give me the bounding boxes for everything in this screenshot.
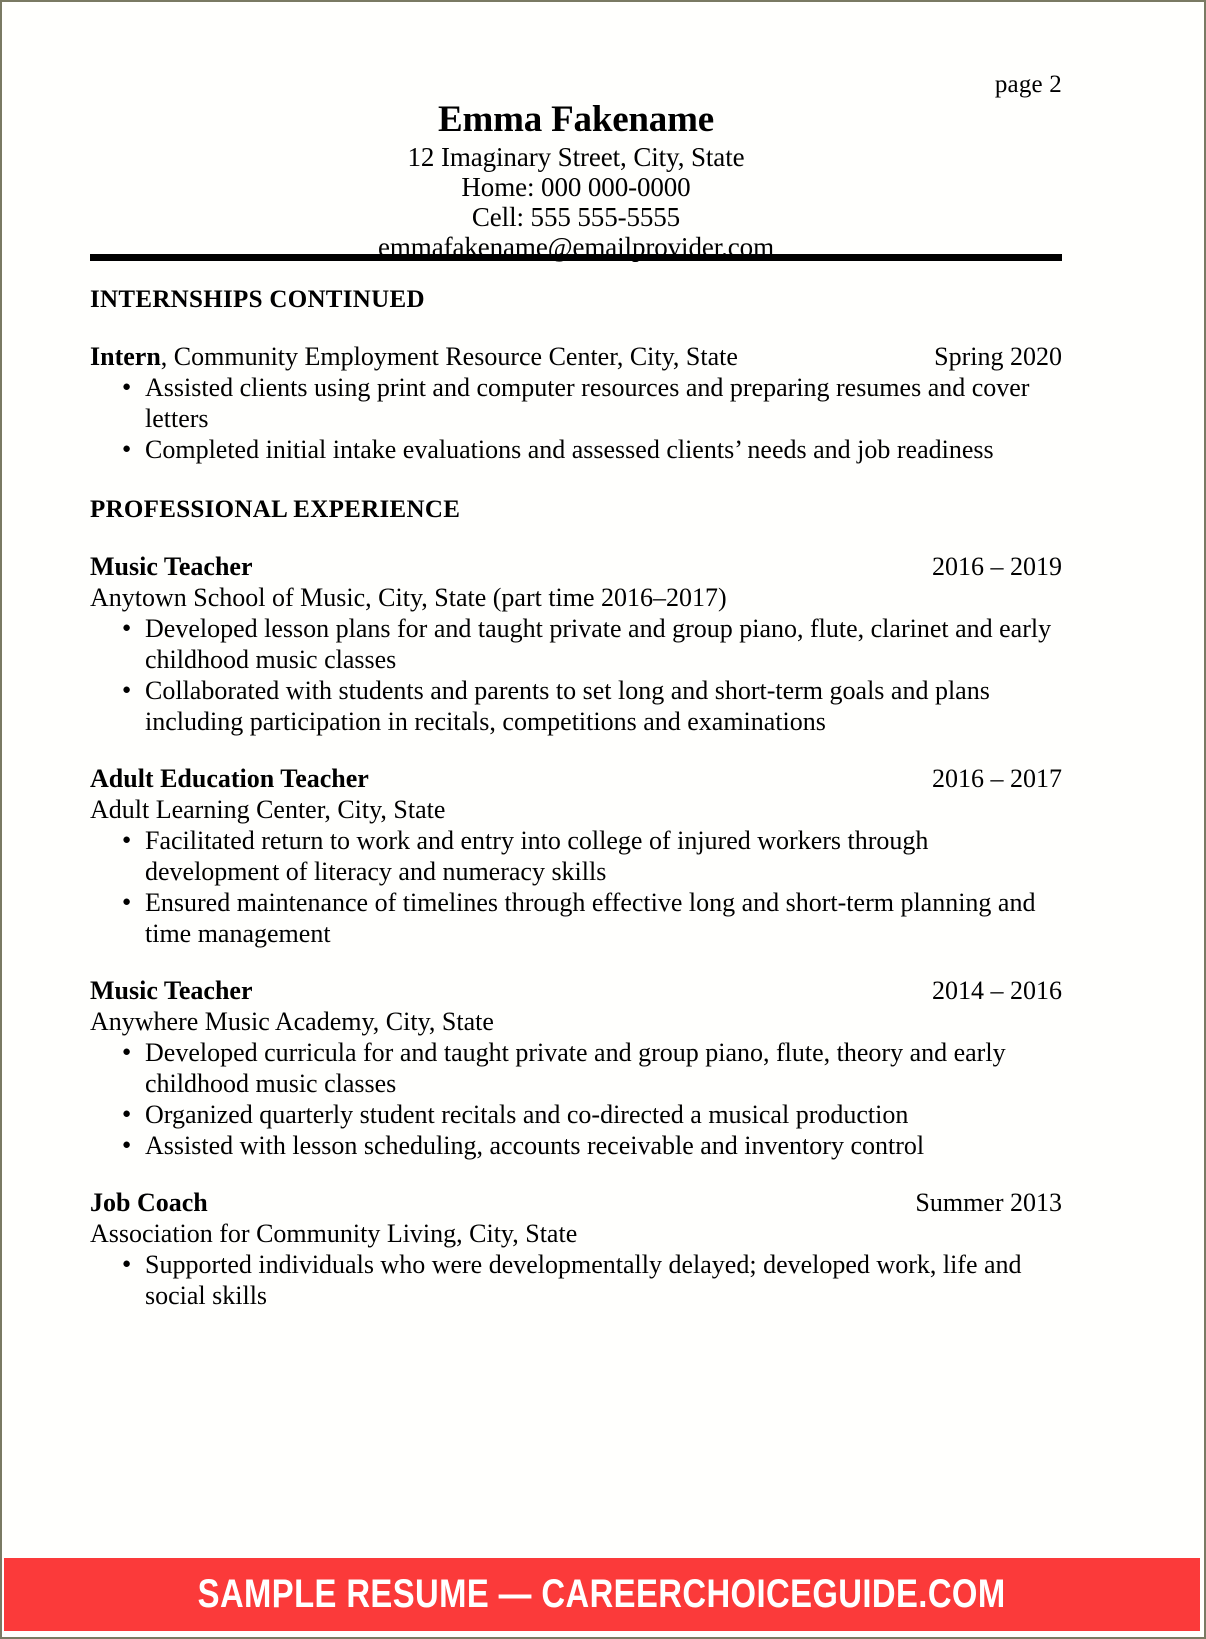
entry-date: Summer 2013 — [915, 1188, 1062, 1217]
resume-header: Emma Fakename 12 Imaginary Street, City,… — [90, 98, 1062, 262]
experience-entry: Intern, Community Employment Resource Ce… — [90, 341, 1062, 466]
candidate-name: Emma Fakename — [438, 99, 714, 140]
section-internships: INTERNSHIPS CONTINUED Intern, Community … — [90, 285, 1062, 466]
bullet-item: Collaborated with students and parents t… — [90, 674, 1062, 737]
entry-title: Job Coach — [90, 1188, 208, 1217]
entry-title: Intern, Community Employment Resource Ce… — [90, 341, 738, 372]
entry-header-row: Intern, Community Employment Resource Ce… — [90, 341, 1062, 372]
entry-header-row: Job Coach Summer 2013 — [90, 1187, 1062, 1218]
bullet-item: Organized quarterly student recitals and… — [90, 1098, 1062, 1131]
entry-header-row: Adult Education Teacher 2016 – 2017 — [90, 763, 1062, 794]
header-divider — [90, 254, 1062, 261]
entry-title: Adult Education Teacher — [90, 764, 369, 793]
entry-organization: Anytown School of Music, City, State (pa… — [90, 583, 727, 612]
candidate-home-phone: Home: 000 000-0000 — [461, 172, 691, 202]
entry-date: 2016 – 2019 — [932, 552, 1062, 581]
entry-organization: Adult Learning Center, City, State — [90, 795, 446, 824]
resume-page: page 2 Emma Fakename 12 Imaginary Street… — [0, 0, 1206, 1639]
entry-title-bold: Intern — [90, 342, 161, 371]
entry-date: Spring 2020 — [934, 342, 1062, 371]
bullet-item: Assisted with lesson scheduling, account… — [90, 1129, 1062, 1162]
entry-title: Music Teacher — [90, 976, 253, 1005]
entry-header-row: Music Teacher 2016 – 2019 — [90, 551, 1062, 582]
page-sheet: page 2 Emma Fakename 12 Imaginary Street… — [2, 2, 1204, 1637]
entry-organization: Anywhere Music Academy, City, State — [90, 1007, 494, 1036]
bullet-item: Facilitated return to work and entry int… — [90, 824, 1062, 887]
entry-title-rest: , Community Employment Resource Center, … — [160, 342, 738, 371]
bullet-item: Completed initial intake evaluations and… — [90, 433, 1062, 466]
section-professional-experience: PROFESSIONAL EXPERIENCE Music Teacher 20… — [90, 495, 1062, 1311]
resume-body: INTERNSHIPS CONTINUED Intern, Community … — [90, 285, 1062, 1337]
section-heading: INTERNSHIPS CONTINUED — [90, 286, 425, 313]
entry-date: 2016 – 2017 — [932, 764, 1062, 793]
experience-entry: Music Teacher 2014 – 2016 Anywhere Music… — [90, 975, 1062, 1162]
page-number: page 2 — [994, 71, 1062, 98]
candidate-cell-phone: Cell: 555 555-5555 — [471, 202, 681, 232]
entry-bullet-list: Developed curricula for and taught priva… — [90, 1036, 1062, 1162]
entry-bullet-list: Assisted clients using print and compute… — [90, 371, 1062, 466]
entry-bullet-list: Supported individuals who were developme… — [90, 1248, 1062, 1311]
entry-header-row: Music Teacher 2014 – 2016 — [90, 975, 1062, 1006]
experience-entry: Job Coach Summer 2013 Association for Co… — [90, 1187, 1062, 1311]
bullet-item: Supported individuals who were developme… — [90, 1248, 1062, 1311]
entry-date: 2014 – 2016 — [932, 976, 1062, 1005]
footer-banner: SAMPLE RESUME — CAREERCHOICEGUIDE.COM — [4, 1558, 1200, 1631]
bullet-item: Ensured maintenance of timelines through… — [90, 886, 1062, 949]
entry-organization: Association for Community Living, City, … — [90, 1219, 578, 1248]
entry-title: Music Teacher — [90, 552, 253, 581]
entry-bullet-list: Facilitated return to work and entry int… — [90, 824, 1062, 949]
candidate-address: 12 Imaginary Street, City, State — [407, 142, 745, 172]
experience-entry: Adult Education Teacher 2016 – 2017 Adul… — [90, 763, 1062, 949]
experience-entry: Music Teacher 2016 – 2019 Anytown School… — [90, 551, 1062, 737]
bullet-item: Developed curricula for and taught priva… — [90, 1036, 1062, 1099]
bullet-item: Assisted clients using print and compute… — [90, 371, 1062, 434]
section-heading: PROFESSIONAL EXPERIENCE — [90, 496, 461, 523]
entry-bullet-list: Developed lesson plans for and taught pr… — [90, 612, 1062, 737]
footer-banner-text: SAMPLE RESUME — CAREERCHOICEGUIDE.COM — [198, 1572, 1006, 1616]
bullet-item: Developed lesson plans for and taught pr… — [90, 612, 1062, 675]
